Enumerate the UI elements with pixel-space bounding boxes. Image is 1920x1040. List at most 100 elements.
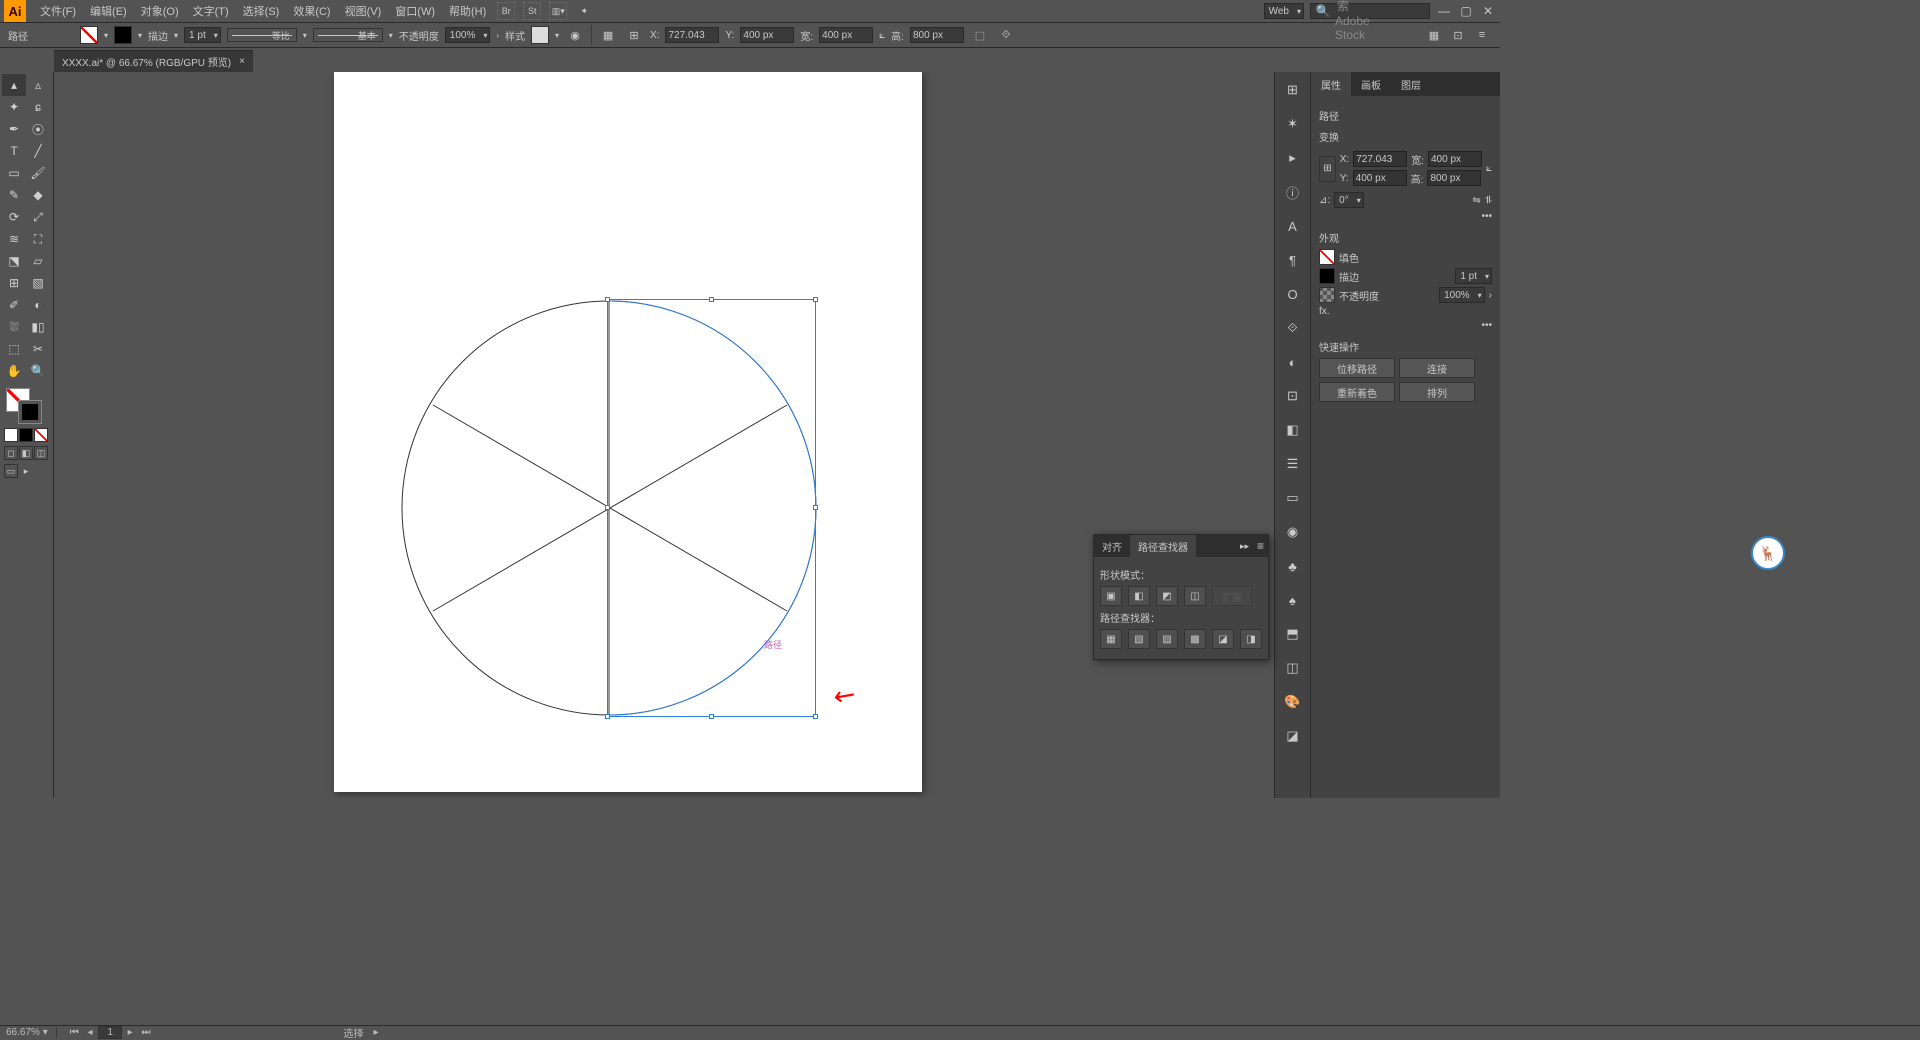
- tab-pathfinder[interactable]: 路径查找器: [1130, 535, 1196, 557]
- draw-inside-icon[interactable]: ◫: [34, 446, 48, 460]
- tab-align[interactable]: 对齐: [1094, 535, 1130, 557]
- dock-layers-icon[interactable]: ◪: [1281, 724, 1305, 748]
- dock-properties-icon[interactable]: ⊞: [1281, 78, 1305, 102]
- outline-button[interactable]: ◪: [1212, 629, 1234, 649]
- recolor-icon[interactable]: ◉: [565, 25, 585, 45]
- dock-collapse-icon[interactable]: ◫: [1281, 656, 1305, 680]
- isolate-icon[interactable]: ⟐: [996, 25, 1016, 45]
- gradient-tool[interactable]: ▧: [26, 272, 50, 294]
- eyedropper-tool[interactable]: ✐: [2, 294, 26, 316]
- opacity-input[interactable]: 100%: [445, 27, 491, 43]
- menu-help[interactable]: 帮助(H): [443, 0, 492, 22]
- style-swatch[interactable]: [531, 26, 549, 44]
- screen-mode-icon[interactable]: ▭: [4, 464, 18, 478]
- dock-align-icon[interactable]: ☰: [1281, 452, 1305, 476]
- crop-button[interactable]: ▩: [1184, 629, 1206, 649]
- angle-input[interactable]: 0°: [1334, 192, 1364, 208]
- menu-view[interactable]: 视图(V): [339, 0, 388, 22]
- menu-effect[interactable]: 效果(C): [287, 0, 336, 22]
- dock-gradient-icon[interactable]: ◧: [1281, 418, 1305, 442]
- rotate-tool[interactable]: ⟳: [2, 206, 26, 228]
- menu-type[interactable]: 文字(T): [187, 0, 235, 22]
- dock-actions-icon[interactable]: ▸: [1281, 146, 1305, 170]
- pen-tool[interactable]: ✒: [2, 118, 26, 140]
- fill-stroke-indicator[interactable]: [2, 386, 51, 426]
- screen-arrow-icon[interactable]: ▸: [19, 464, 33, 478]
- prop-x-input[interactable]: [1353, 151, 1407, 167]
- canvas-area[interactable]: 路径 ↙: [54, 72, 1274, 798]
- tab-properties[interactable]: 属性: [1311, 72, 1351, 96]
- transform-ref-icon[interactable]: ⊞: [624, 25, 644, 45]
- direct-selection-tool[interactable]: ▵: [26, 74, 50, 96]
- type-tool[interactable]: T: [2, 140, 26, 162]
- prop-stroke-swatch[interactable]: [1319, 268, 1335, 284]
- selection-tool[interactable]: ▴: [2, 74, 26, 96]
- document-tab[interactable]: XXXX.ai* @ 66.67% (RGB/GPU 预览) ×: [54, 50, 253, 72]
- hand-tool[interactable]: ✋: [2, 360, 26, 382]
- scale-tool[interactable]: ⤢: [26, 206, 50, 228]
- panel-menu-icon[interactable]: ≡: [1253, 539, 1268, 553]
- shape-icon[interactable]: ⬚: [970, 25, 990, 45]
- more-options-icon[interactable]: •••: [1319, 211, 1492, 222]
- width-tool[interactable]: ≋: [2, 228, 26, 250]
- eraser-tool[interactable]: ◆: [26, 184, 50, 206]
- intersect-button[interactable]: ◩: [1156, 586, 1178, 606]
- stroke-swatch[interactable]: [114, 26, 132, 44]
- color-gradient-icon[interactable]: [19, 428, 33, 442]
- panel-menu-icon[interactable]: ≡: [1472, 25, 1492, 45]
- reference-point[interactable]: ⊞: [1319, 156, 1336, 182]
- status-dropdown-icon[interactable]: ▸: [373, 1027, 378, 1038]
- quick-offset-path[interactable]: 位移路径: [1319, 358, 1395, 378]
- menu-select[interactable]: 选择(S): [237, 0, 286, 22]
- zoom-tool[interactable]: 🔍: [26, 360, 50, 382]
- dock-links-icon[interactable]: ⟐: [1281, 316, 1305, 340]
- dock-swatches-icon[interactable]: 🎨: [1281, 690, 1305, 714]
- stroke-box[interactable]: [18, 400, 42, 424]
- prop-opacity-input[interactable]: 100%: [1439, 287, 1485, 303]
- arrange-icon[interactable]: ▥▾: [549, 2, 567, 20]
- mesh-tool[interactable]: ⊞: [2, 272, 26, 294]
- dock-settings-icon[interactable]: ✶: [1281, 112, 1305, 136]
- workspace-switcher[interactable]: Web: [1264, 3, 1304, 19]
- dock-appearance-icon[interactable]: ◉: [1281, 520, 1305, 544]
- restore-button[interactable]: ▢: [1458, 4, 1474, 18]
- close-button[interactable]: ✕: [1480, 4, 1496, 18]
- constrain-icon[interactable]: ⟀: [1486, 163, 1492, 174]
- exclude-button[interactable]: ◫: [1184, 586, 1206, 606]
- prop-fill-swatch[interactable]: [1319, 249, 1335, 265]
- free-transform-tool[interactable]: ⛶: [26, 228, 50, 250]
- dock-paragraph-icon[interactable]: ¶: [1281, 248, 1305, 272]
- shape-builder-tool[interactable]: ⬔: [2, 250, 26, 272]
- tab-artboards[interactable]: 画板: [1351, 72, 1391, 96]
- line-tool[interactable]: ╱: [26, 140, 50, 162]
- menu-window[interactable]: 窗口(W): [389, 0, 441, 22]
- close-tab-icon[interactable]: ×: [239, 56, 245, 67]
- bridge-icon[interactable]: Br: [497, 2, 515, 20]
- quick-recolor[interactable]: 重新着色: [1319, 382, 1395, 402]
- y-input[interactable]: [740, 27, 794, 43]
- panel-collapse-icon[interactable]: ▸▸: [1236, 541, 1253, 552]
- slice-tool[interactable]: ✂: [26, 338, 50, 360]
- x-input[interactable]: [665, 27, 719, 43]
- next-artboard-icon[interactable]: ▸: [125, 1027, 136, 1038]
- prop-y-input[interactable]: [1353, 170, 1407, 186]
- flip-h-icon[interactable]: ⇋: [1472, 195, 1480, 206]
- prop-opacity-swatch[interactable]: [1319, 287, 1335, 303]
- graph-tool[interactable]: ▮▯: [26, 316, 50, 338]
- artboard-tool[interactable]: ⬚: [2, 338, 26, 360]
- h-input[interactable]: [910, 27, 964, 43]
- magic-wand-tool[interactable]: ✦: [2, 96, 26, 118]
- divide-button[interactable]: ▦: [1100, 629, 1122, 649]
- fill-swatch[interactable]: [80, 26, 98, 44]
- dock-artboard-icon[interactable]: ▭: [1281, 486, 1305, 510]
- dock-symbol-icon[interactable]: ⊡: [1281, 384, 1305, 408]
- align-icon[interactable]: ▦: [598, 25, 618, 45]
- menu-file[interactable]: 文件(F): [34, 0, 82, 22]
- w-input[interactable]: [819, 27, 873, 43]
- flip-v-icon[interactable]: ⥮: [1485, 195, 1492, 206]
- draw-behind-icon[interactable]: ◧: [19, 446, 33, 460]
- symbol-sprayer-tool[interactable]: ⛆: [2, 316, 26, 338]
- stock-icon[interactable]: St: [523, 2, 541, 20]
- gpu-icon[interactable]: ✦: [575, 2, 593, 20]
- artboard-page-input[interactable]: 1: [98, 1026, 122, 1039]
